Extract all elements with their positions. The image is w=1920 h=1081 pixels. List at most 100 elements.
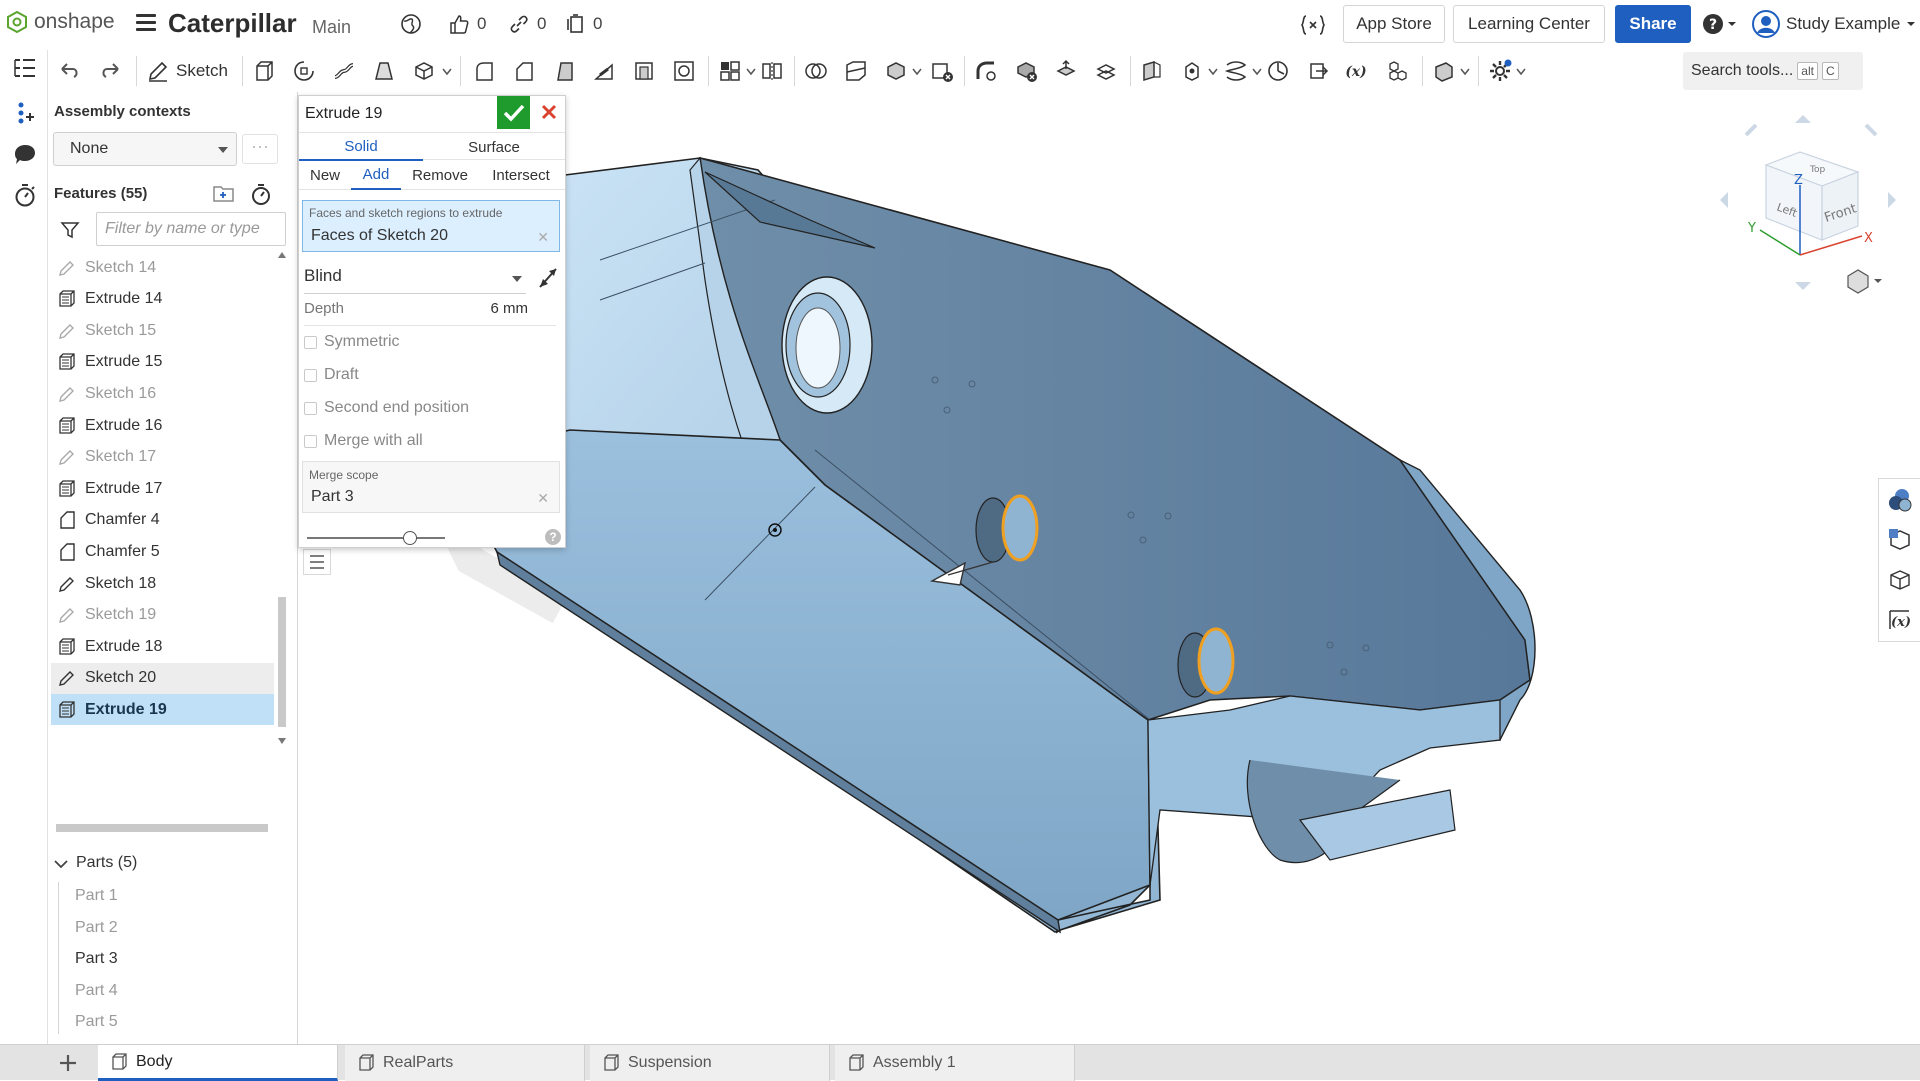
chevron-down-icon[interactable] xyxy=(1460,68,1470,76)
feature-item-sketch-15[interactable]: Sketch 15 xyxy=(51,315,274,346)
chevron-down-icon[interactable] xyxy=(1516,68,1526,76)
share-button[interactable]: Share xyxy=(1615,5,1691,43)
pin-2-selection[interactable] xyxy=(1197,627,1235,695)
thicken-icon[interactable] xyxy=(412,59,436,83)
feature-item-extrude-17[interactable]: Extrude 17 xyxy=(51,473,274,504)
configurations-icon[interactable] xyxy=(1887,567,1913,593)
clear-selection-icon[interactable]: ✕ xyxy=(537,229,549,246)
modify-fillet-icon[interactable] xyxy=(974,59,998,83)
accept-button[interactable] xyxy=(497,96,530,129)
op-new[interactable]: New xyxy=(299,160,351,190)
merge-scope-field[interactable]: Merge scope Part 3 ✕ xyxy=(302,461,560,513)
branch-name[interactable]: Main xyxy=(312,17,351,38)
feature-item-sketch-14[interactable]: Sketch 14 xyxy=(51,252,274,283)
feature-item-extrude-19[interactable]: Extrude 19 xyxy=(51,694,274,726)
section-view-icon[interactable] xyxy=(1432,59,1456,83)
feature-list-scrollbar[interactable] xyxy=(276,252,288,744)
view-cube[interactable]: Top Left Front Z Y X xyxy=(1716,106,1896,306)
tab-body[interactable]: Body xyxy=(98,1045,338,1081)
op-intersect[interactable]: Intersect xyxy=(479,160,563,190)
parts-chevron-icon[interactable] xyxy=(54,859,68,869)
context-more-button[interactable]: ··· xyxy=(242,134,278,164)
plane-icon[interactable] xyxy=(1140,59,1164,83)
rotate-right-icon[interactable] xyxy=(1888,192,1896,208)
view-options-icon[interactable] xyxy=(1847,269,1869,294)
move-face-icon[interactable] xyxy=(1054,59,1078,83)
draft-icon[interactable] xyxy=(552,59,576,83)
rollback-timer-icon[interactable] xyxy=(249,182,273,206)
globe-button[interactable] xyxy=(400,13,422,35)
like-button[interactable]: 0 xyxy=(448,13,486,35)
variable-icon[interactable]: (x) xyxy=(1344,59,1368,83)
feature-item-extrude-15[interactable]: Extrude 15 xyxy=(51,347,274,378)
add-folder-icon[interactable] xyxy=(212,182,236,204)
chevron-down-icon[interactable] xyxy=(912,68,922,76)
measure-icon[interactable] xyxy=(1266,59,1290,83)
chevron-down-icon[interactable] xyxy=(1874,279,1882,283)
feature-item-sketch-18[interactable]: Sketch 18 xyxy=(51,568,274,599)
copies-button[interactable]: 0 xyxy=(564,13,602,35)
feature-item-extrude-18[interactable]: Extrude 18 xyxy=(51,631,274,662)
rib-icon[interactable] xyxy=(592,59,616,83)
add-tab-icon[interactable] xyxy=(57,1052,79,1074)
history-timer-icon[interactable] xyxy=(12,182,38,208)
depth-field[interactable]: Depth 6 mm xyxy=(304,300,556,326)
merge-with-all-checkbox[interactable]: Merge with all xyxy=(304,432,423,450)
tab-suspension[interactable]: Suspension xyxy=(590,1045,830,1081)
slider-knob[interactable] xyxy=(403,531,417,545)
redo-icon[interactable] xyxy=(98,59,122,83)
delete-part-icon[interactable] xyxy=(930,59,954,83)
fillet-icon[interactable] xyxy=(472,59,496,83)
dialog-list-toggle[interactable] xyxy=(303,549,331,575)
part-item-1[interactable]: Part 1 xyxy=(75,887,118,905)
feature-item-chamfer-4[interactable]: Chamfer 4 xyxy=(51,505,274,536)
part-item-3[interactable]: Part 3 xyxy=(75,950,118,968)
feature-filter-input[interactable]: Filter by name or type xyxy=(96,212,286,246)
sketch-button[interactable]: Sketch xyxy=(146,59,228,83)
scrollbar-thumb[interactable] xyxy=(278,597,286,727)
feature-list-hscrollbar[interactable] xyxy=(56,824,268,832)
scroll-down-icon[interactable] xyxy=(278,738,286,744)
feature-item-extrude-14[interactable]: Extrude 14 xyxy=(51,284,274,315)
mass-properties-icon[interactable] xyxy=(1887,527,1913,553)
op-remove[interactable]: Remove xyxy=(407,160,473,190)
comments-icon[interactable] xyxy=(12,142,38,168)
main-menu-button[interactable] xyxy=(136,14,156,32)
loft-icon[interactable] xyxy=(372,59,396,83)
appearance-icon[interactable] xyxy=(1887,487,1913,513)
scroll-up-icon[interactable] xyxy=(278,252,286,258)
feature-item-sketch-16[interactable]: Sketch 16 xyxy=(51,378,274,409)
onshape-logo[interactable]: onshape xyxy=(6,10,115,34)
helix-icon[interactable] xyxy=(1224,59,1248,83)
part-item-2[interactable]: Part 2 xyxy=(75,919,118,937)
filter-icon[interactable] xyxy=(60,220,80,240)
variables-button[interactable] xyxy=(1300,13,1326,37)
help-menu-button[interactable]: ? xyxy=(1702,13,1736,35)
split-icon[interactable] xyxy=(844,59,868,83)
help-icon[interactable]: ? xyxy=(545,529,561,545)
feature-item-chamfer-5[interactable]: Chamfer 5 xyxy=(51,536,274,567)
tab-solid[interactable]: Solid xyxy=(299,133,423,161)
search-tools-input[interactable]: Search tools... alt C xyxy=(1683,52,1863,90)
symmetric-checkbox[interactable]: Symmetric xyxy=(304,333,400,351)
undo-icon[interactable] xyxy=(58,59,82,83)
revolve-icon[interactable] xyxy=(292,59,316,83)
draft-checkbox[interactable]: Draft xyxy=(304,366,359,384)
replace-face-icon[interactable] xyxy=(1094,59,1118,83)
part-item-4[interactable]: Part 4 xyxy=(75,982,118,1000)
cancel-button[interactable] xyxy=(535,98,563,126)
instance-list-icon[interactable] xyxy=(12,100,38,126)
view-cube-graphic[interactable]: Top Left Front Z Y X xyxy=(1716,106,1896,306)
variable-table-icon[interactable]: (x) xyxy=(1887,607,1913,633)
sweep-icon[interactable] xyxy=(332,59,356,83)
parts-title[interactable]: Parts (5) xyxy=(76,854,137,872)
shell-icon[interactable] xyxy=(632,59,656,83)
feature-item-sketch-19[interactable]: Sketch 19 xyxy=(51,600,274,631)
hole-icon[interactable] xyxy=(672,59,696,83)
feature-item-sketch-17[interactable]: Sketch 17 xyxy=(51,442,274,473)
feature-slider[interactable] xyxy=(307,531,445,545)
user-menu[interactable]: Study Example xyxy=(1752,10,1916,38)
rotate-down-icon[interactable] xyxy=(1795,282,1811,290)
assembly-context-select[interactable]: None xyxy=(53,132,237,166)
settings-icon[interactable] xyxy=(1488,59,1512,83)
